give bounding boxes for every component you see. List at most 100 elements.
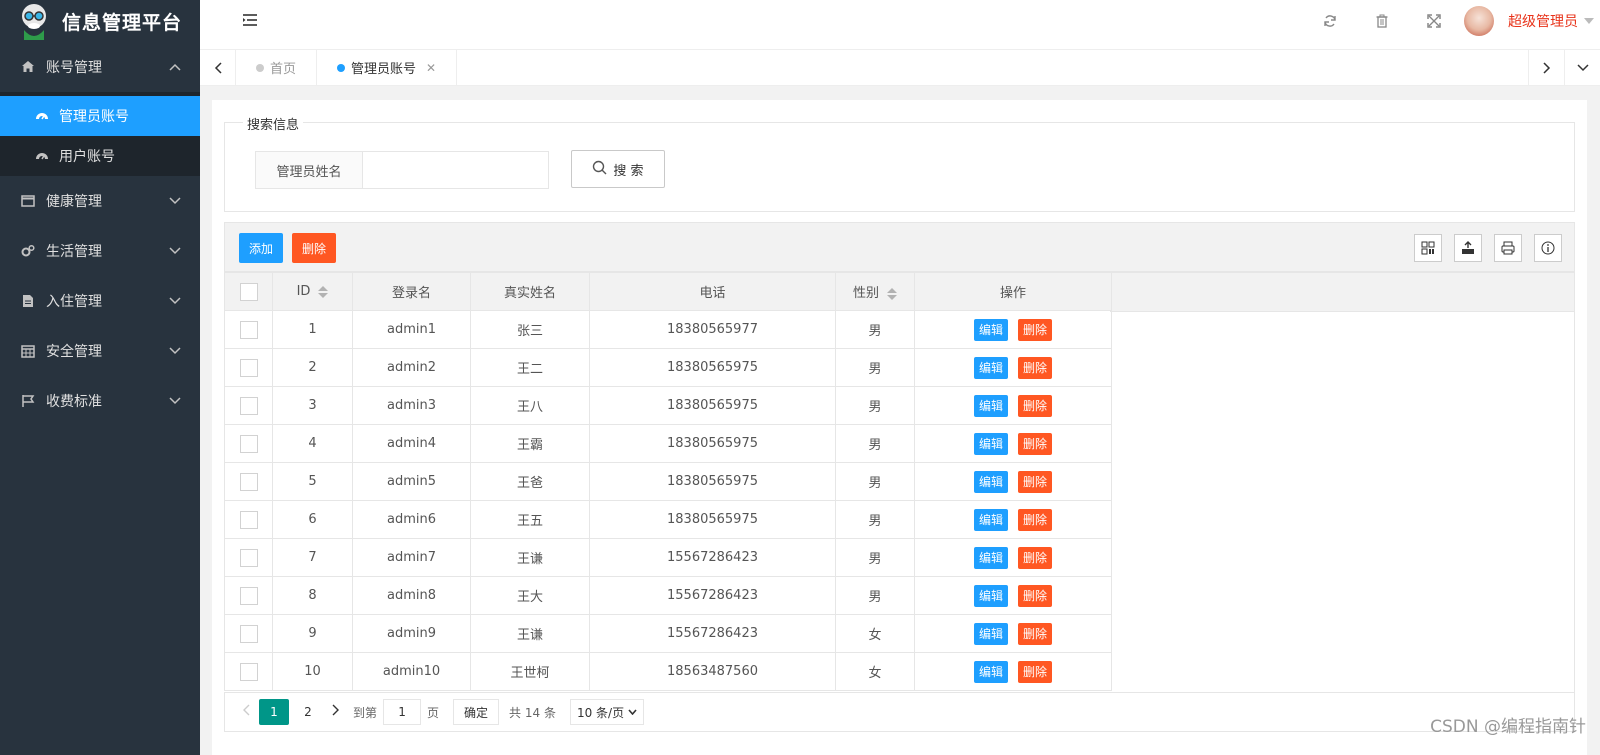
caret-down-icon[interactable]	[1584, 18, 1594, 24]
sidebar-group-life[interactable]: 生活管理	[0, 226, 200, 276]
delete-button[interactable]: 删除	[1018, 318, 1053, 341]
row-select-cell	[224, 424, 273, 463]
page-1[interactable]: 1	[259, 699, 289, 725]
cell-id: 4	[272, 424, 353, 463]
sidebar-group-account[interactable]: 账号管理	[0, 42, 200, 92]
edit-button[interactable]: 编辑	[973, 622, 1008, 645]
select-all-checkbox[interactable]	[239, 282, 258, 301]
delete-button[interactable]: 删除	[1018, 508, 1053, 531]
row-select-cell	[224, 652, 273, 691]
per-page-select[interactable]: 10 条/页	[569, 699, 645, 725]
sidebar-item-user-account[interactable]: 用户账号	[0, 136, 200, 176]
sidebar-group-security[interactable]: 安全管理	[0, 326, 200, 376]
cell-id: 2	[272, 348, 353, 387]
cell-login: admin9	[352, 614, 471, 653]
cell-id: 5	[272, 462, 353, 501]
batch-delete-button[interactable]: 删除	[292, 233, 337, 263]
row-checkbox[interactable]	[239, 434, 258, 453]
cell-realname: 王二	[470, 348, 590, 387]
fullscreen-icon[interactable]	[1408, 0, 1460, 42]
next-page-icon[interactable]	[325, 704, 347, 720]
row-checkbox[interactable]	[239, 320, 258, 339]
delete-button[interactable]: 删除	[1018, 546, 1053, 569]
sort-icon[interactable]	[318, 285, 329, 299]
column-header-id[interactable]: ID	[272, 272, 353, 311]
edit-button[interactable]: 编辑	[973, 318, 1008, 341]
cell-login: admin3	[352, 386, 471, 425]
table-row: 4 admin4 王霸 18380565975 男编辑 删除	[224, 424, 1112, 463]
tab-home[interactable]: 首页	[236, 49, 318, 86]
cell-phone: 18380565975	[589, 462, 836, 501]
refresh-icon[interactable]	[1304, 0, 1356, 42]
sidebar-group-health[interactable]: 健康管理	[0, 176, 200, 226]
row-checkbox[interactable]	[239, 662, 258, 681]
edit-button[interactable]: 编辑	[973, 546, 1008, 569]
row-checkbox[interactable]	[239, 624, 258, 643]
admin-name-field: 管理员姓名	[255, 151, 549, 189]
table-row: 8 admin8 王大 15567286423 男编辑 删除	[224, 576, 1112, 615]
edit-button[interactable]: 编辑	[973, 660, 1008, 683]
tab-admin-account[interactable]: 管理员账号 ✕	[317, 49, 458, 86]
chevron-down-icon	[168, 394, 182, 408]
delete-button[interactable]: 删除	[1018, 394, 1053, 417]
goto-confirm-button[interactable]: 确定	[453, 699, 500, 725]
sort-icon[interactable]	[887, 287, 897, 301]
delete-button[interactable]: 删除	[1018, 622, 1053, 645]
cell-realname: 王大	[470, 576, 590, 615]
columns-filter-icon[interactable]	[1414, 234, 1442, 262]
row-select-cell	[224, 576, 273, 615]
row-checkbox[interactable]	[239, 510, 258, 529]
edit-button[interactable]: 编辑	[973, 394, 1008, 417]
sidebar-group-checkin[interactable]: 入住管理	[0, 276, 200, 326]
edit-button[interactable]: 编辑	[973, 470, 1008, 493]
cell-id: 8	[272, 576, 353, 615]
cell-id: 1	[272, 310, 353, 349]
menu-toggle-icon[interactable]	[242, 13, 258, 29]
cell-actions: 编辑 删除	[914, 538, 1112, 577]
tab-scroll-right-icon[interactable]	[1528, 49, 1564, 86]
edit-button[interactable]: 编辑	[973, 584, 1008, 607]
page-2[interactable]: 2	[293, 699, 323, 725]
sidebar-item-admin-account[interactable]: 管理员账号	[0, 96, 200, 136]
row-checkbox[interactable]	[239, 586, 258, 605]
delete-button[interactable]: 删除	[1018, 356, 1053, 379]
trash-icon[interactable]	[1356, 0, 1408, 42]
cell-phone: 18380565975	[589, 386, 836, 425]
export-icon[interactable]	[1454, 234, 1482, 262]
row-checkbox[interactable]	[239, 396, 258, 415]
row-checkbox[interactable]	[239, 358, 258, 377]
prev-page-icon[interactable]	[235, 704, 257, 720]
sidebar-group-label: 安全管理	[46, 344, 102, 360]
goto-page-input[interactable]: 1	[383, 699, 422, 725]
sidebar-group-fees[interactable]: 收费标准	[0, 376, 200, 426]
search-button[interactable]: 搜 索	[571, 150, 665, 188]
table-row: 3 admin3 王八 18380565975 男编辑 删除	[224, 386, 1112, 425]
edit-button[interactable]: 编辑	[973, 356, 1008, 379]
add-button[interactable]: 添加	[239, 233, 284, 263]
tab-scroll-left-icon[interactable]	[200, 49, 236, 86]
cell-phone: 18380565975	[589, 348, 836, 387]
delete-button[interactable]: 删除	[1018, 584, 1053, 607]
delete-button[interactable]: 删除	[1018, 470, 1053, 493]
cell-actions: 编辑 删除	[914, 386, 1112, 425]
print-icon[interactable]	[1494, 234, 1522, 262]
search-button-label: 搜 索	[613, 163, 644, 179]
submenu-account: 管理员账号 用户账号	[0, 92, 200, 176]
admin-name-input[interactable]	[363, 152, 548, 188]
info-icon[interactable]	[1534, 234, 1562, 262]
row-checkbox[interactable]	[239, 548, 258, 567]
column-header-gender[interactable]: 性别	[835, 272, 915, 311]
sidebar-group-label: 生活管理	[46, 244, 102, 260]
tab-menu-chevron-down-icon[interactable]	[1564, 49, 1600, 86]
edit-button[interactable]: 编辑	[973, 508, 1008, 531]
close-icon[interactable]: ✕	[426, 61, 436, 75]
user-name[interactable]: 超级管理员	[1508, 11, 1578, 31]
row-checkbox[interactable]	[239, 472, 258, 491]
delete-button[interactable]: 删除	[1018, 432, 1053, 455]
edit-button[interactable]: 编辑	[973, 432, 1008, 455]
goto-label: 到第	[353, 705, 378, 720]
search-legend: 搜索信息	[243, 114, 304, 133]
delete-button[interactable]: 删除	[1018, 660, 1053, 683]
page-unit-label: 页	[427, 705, 440, 720]
avatar[interactable]	[1464, 6, 1494, 36]
